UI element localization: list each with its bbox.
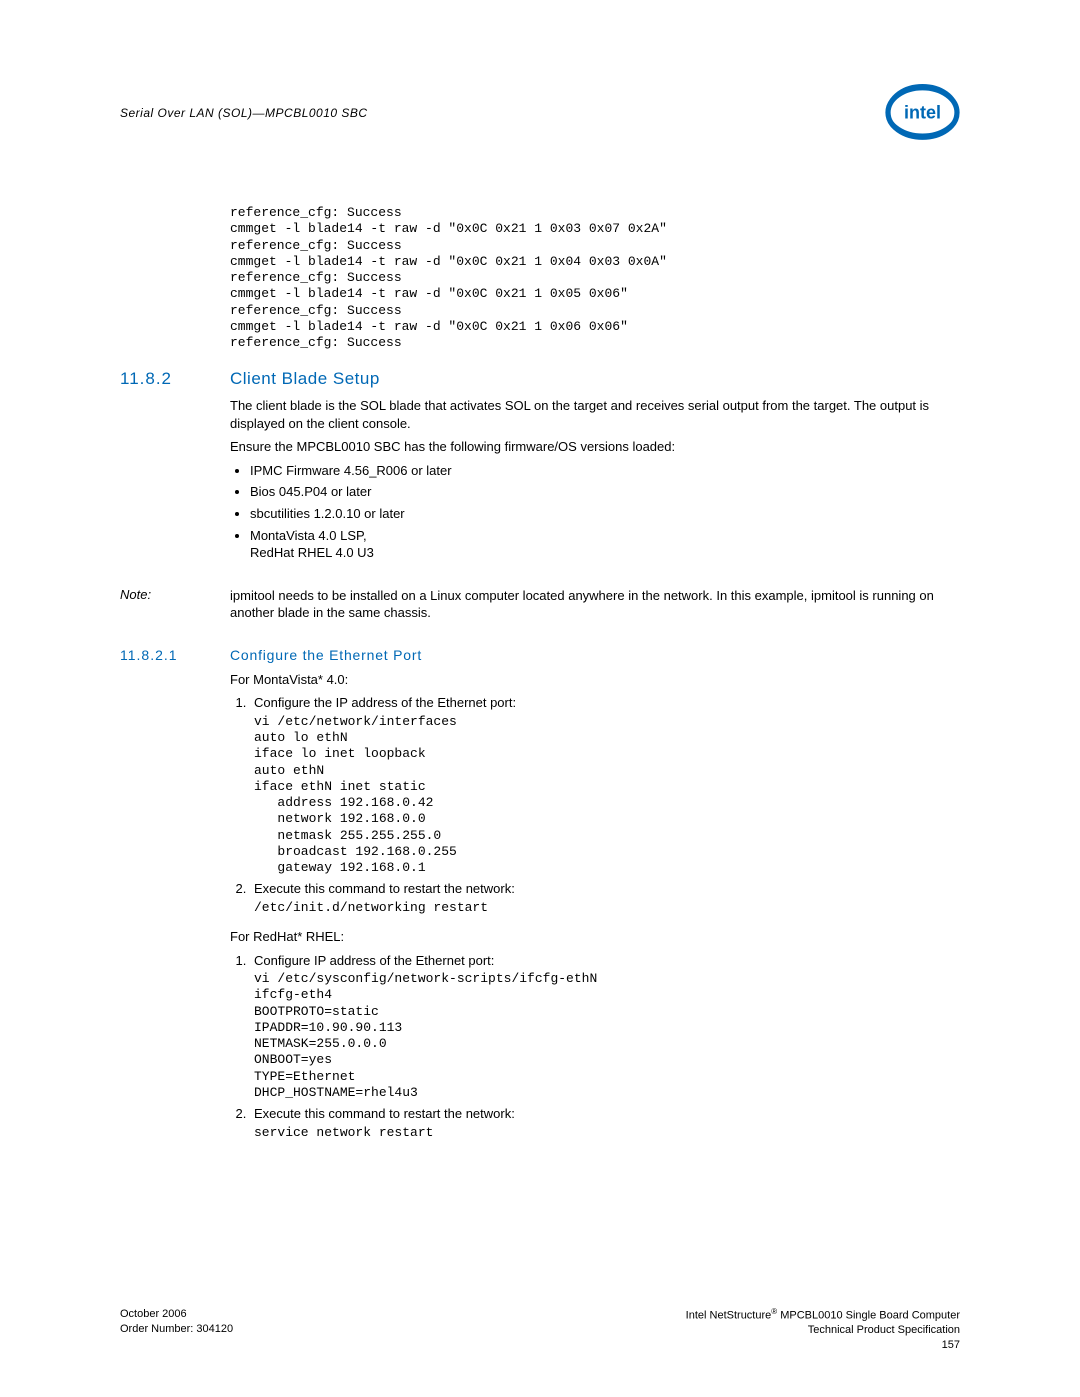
code-block: service network restart xyxy=(254,1125,960,1141)
list-item: Bios 045.P04 or later xyxy=(250,483,960,501)
list-item: Configure IP address of the Ethernet por… xyxy=(250,952,960,1102)
page-header: Serial Over LAN (SOL)—MPCBL0010 SBC inte… xyxy=(120,75,960,150)
note-body: ipmitool needs to be installed on a Linu… xyxy=(230,587,960,622)
subsection-heading: 11.8.2.1 Configure the Ethernet Port xyxy=(120,647,960,663)
list-item: IPMC Firmware 4.56_R006 or later xyxy=(250,462,960,480)
list-item: Execute this command to restart the netw… xyxy=(250,880,960,916)
subsection-number: 11.8.2.1 xyxy=(120,647,230,663)
os-label: For MontaVista* 4.0: xyxy=(230,671,960,689)
subsection-body: For MontaVista* 4.0: Configure the IP ad… xyxy=(230,671,960,1141)
intel-logo-icon: intel xyxy=(885,75,960,150)
list-item: Configure the IP address of the Ethernet… xyxy=(250,694,960,876)
page-footer: October 2006 Order Number: 304120 Intel … xyxy=(120,1307,960,1352)
code-block: /etc/init.d/networking restart xyxy=(254,900,960,916)
rh-steps: Configure IP address of the Ethernet por… xyxy=(234,952,960,1141)
svg-text:intel: intel xyxy=(904,103,941,123)
code-block: vi /etc/sysconfig/network-scripts/ifcfg-… xyxy=(254,971,960,1101)
firmware-list: IPMC Firmware 4.56_R006 or later Bios 04… xyxy=(250,462,960,562)
os-label: For RedHat* RHEL: xyxy=(230,928,960,946)
section-body: The client blade is the SOL blade that a… xyxy=(230,397,960,561)
list-item: MontaVista 4.0 LSP, RedHat RHEL 4.0 U3 xyxy=(250,527,960,562)
mv-steps: Configure the IP address of the Ethernet… xyxy=(234,694,960,916)
code-block-top: reference_cfg: Success cmmget -l blade14… xyxy=(230,205,960,351)
doc-section-title: Serial Over LAN (SOL)—MPCBL0010 SBC xyxy=(120,106,368,120)
section-title: Client Blade Setup xyxy=(230,369,380,389)
list-item: sbcutilities 1.2.0.10 or later xyxy=(250,505,960,523)
footer-right: Intel NetStructure® MPCBL0010 Single Boa… xyxy=(686,1307,960,1352)
section-para: Ensure the MPCBL0010 SBC has the followi… xyxy=(230,438,960,456)
code-block: vi /etc/network/interfaces auto lo ethN … xyxy=(254,714,960,877)
subsection-title: Configure the Ethernet Port xyxy=(230,647,422,663)
section-para: The client blade is the SOL blade that a… xyxy=(230,397,960,432)
note-label: Note: xyxy=(120,587,230,602)
section-heading: 11.8.2 Client Blade Setup xyxy=(120,369,960,389)
note-block: Note: ipmitool needs to be installed on … xyxy=(120,587,960,622)
section-number: 11.8.2 xyxy=(120,369,230,389)
page: Serial Over LAN (SOL)—MPCBL0010 SBC inte… xyxy=(0,0,1080,1397)
footer-left: October 2006 Order Number: 304120 xyxy=(120,1307,233,1352)
list-item: Execute this command to restart the netw… xyxy=(250,1105,960,1141)
